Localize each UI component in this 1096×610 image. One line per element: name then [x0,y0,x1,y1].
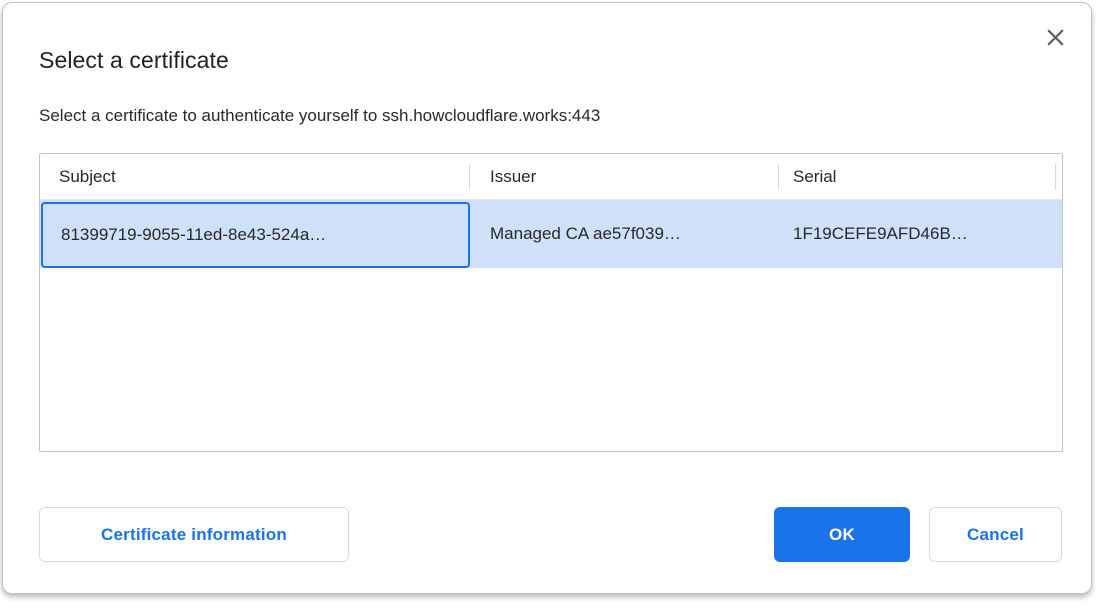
certificate-table: Subject Issuer Serial 81399719-9055-11ed… [39,153,1063,452]
cancel-button[interactable]: Cancel [929,507,1062,562]
column-divider [1055,164,1056,190]
dialog-title: Select a certificate [39,47,229,74]
column-header-serial[interactable]: Serial [793,154,836,199]
cell-serial[interactable]: 1F19CEFE9AFD46B… [778,224,1062,244]
column-header-issuer[interactable]: Issuer [490,154,536,199]
certificate-information-button[interactable]: Certificate information [39,507,349,562]
close-icon [1044,26,1067,49]
column-header-subject[interactable]: Subject [59,154,116,199]
column-divider [469,164,470,190]
ok-button[interactable]: OK [774,507,910,562]
dialog-subtitle: Select a certificate to authenticate you… [39,106,600,126]
cell-issuer[interactable]: Managed CA ae57f039… [470,224,778,244]
table-header: Subject Issuer Serial [40,154,1062,200]
certificate-row-selected[interactable]: 81399719-9055-11ed-8e43-524a… Managed CA… [40,200,1062,268]
cell-subject[interactable]: 81399719-9055-11ed-8e43-524a… [41,202,470,268]
close-button[interactable] [1041,23,1069,51]
certificate-select-dialog: Select a certificate Select a certificat… [2,2,1092,594]
column-divider [778,164,779,190]
